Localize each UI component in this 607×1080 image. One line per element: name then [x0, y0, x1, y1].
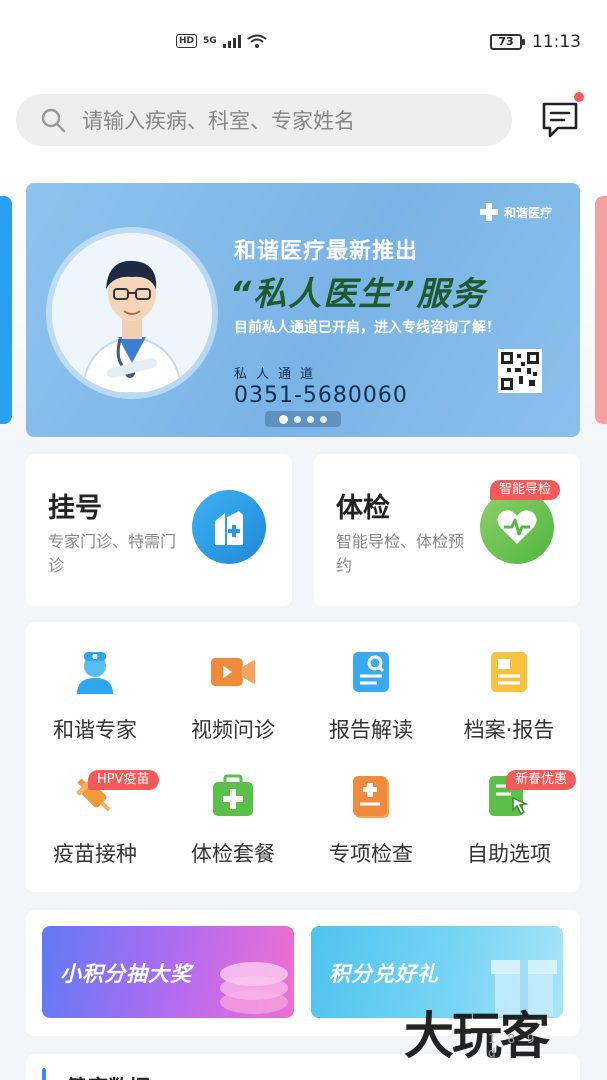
- qr-code-icon: [498, 349, 542, 393]
- grid-label: 视频问诊: [191, 718, 275, 742]
- checkup-badge: 智能导检: [490, 480, 561, 500]
- watermark-logo: 大玩客 1 8 9 d: [404, 996, 550, 1068]
- wifi-icon: [247, 34, 267, 48]
- report-search-icon: [349, 650, 393, 694]
- grid-item-video[interactable]: 视频问诊: [164, 622, 302, 742]
- network-indicators: HD 5G: [176, 34, 267, 48]
- registration-title: 挂号: [48, 493, 102, 524]
- grid-item-archive[interactable]: 档案·报告: [440, 622, 578, 742]
- banner-next-peek[interactable]: [595, 196, 607, 424]
- pager-dot[interactable]: [307, 415, 314, 423]
- doctor-icon: [73, 650, 117, 694]
- status-bar: HD 5G 73 11:13: [0, 0, 607, 80]
- hospital-cross-icon: [479, 203, 498, 221]
- banner-channel-label: 私人通道: [234, 367, 323, 382]
- top-bar: 请输入疾病、科室、专家姓名: [0, 80, 607, 166]
- health-data-title: 健康数据: [66, 1072, 150, 1080]
- grid-label: 档案·报告: [463, 718, 555, 742]
- search-input[interactable]: 请输入疾病、科室、专家姓名: [16, 94, 512, 146]
- checkup-card[interactable]: 体检 智能导检、体检预约 智能导检: [314, 454, 580, 606]
- points-exchange-label: 积分兑好礼: [329, 962, 439, 986]
- banner-brand: 和谐医疗: [479, 203, 552, 221]
- grid-label: 专项检查: [329, 842, 413, 866]
- search-icon: [41, 108, 66, 133]
- battery-icon: 73: [490, 34, 525, 50]
- banner-headline: 和谐医疗最新推出: [234, 239, 419, 264]
- grid-label: 和谐专家: [53, 718, 137, 742]
- archive-icon: [487, 650, 531, 694]
- 5g-label: 5G: [203, 36, 217, 46]
- clock: 11:13: [532, 32, 581, 52]
- grid-item-package[interactable]: 体检套餐: [164, 746, 302, 866]
- self-service-badge: 新春优惠: [506, 770, 577, 790]
- watermark-subtext: 1 8 9 d: [488, 1032, 539, 1060]
- grid-item-report[interactable]: 报告解读: [302, 622, 440, 742]
- section-accent-bar: [42, 1068, 46, 1080]
- banner-service: “私人医生”服务: [230, 274, 487, 313]
- grid-item-self-service[interactable]: 自助选项 新春优惠: [440, 746, 578, 866]
- registration-subtitle: 专家门诊、特需门诊: [48, 532, 177, 575]
- grid-label: 报告解读: [329, 718, 413, 742]
- points-lottery-label: 小积分抽大奖: [60, 962, 192, 986]
- grid-label: 体检套餐: [191, 842, 275, 866]
- grid-item-special[interactable]: 专项检查: [302, 746, 440, 866]
- heart-icon: [480, 490, 554, 564]
- doctor-illustration: [52, 233, 212, 393]
- banner-description: 目前私人通道已开启，进入专线咨询了解！: [234, 320, 500, 336]
- search-placeholder: 请输入疾病、科室、专家姓名: [82, 109, 355, 133]
- medkit-icon: [211, 774, 255, 818]
- pager-dot[interactable]: [320, 415, 327, 423]
- banner-slide[interactable]: 和谐医疗 和谐医疗最新推出 “私人医生”服务 目前私人通道已开启，进入专线咨询了…: [26, 183, 580, 437]
- banner-brand-label: 和谐医疗: [503, 205, 552, 220]
- grid-item-experts[interactable]: 和谐专家: [26, 622, 164, 742]
- banner-prev-peek[interactable]: [0, 196, 12, 424]
- feature-grid: 和谐专家 视频问诊 报告解读 档案·报告 疫苗接种 HPV疫苗 体检套餐 专项检…: [26, 622, 580, 892]
- grid-item-vaccine[interactable]: 疫苗接种 HPV疫苗: [26, 746, 164, 866]
- points-lottery-card[interactable]: 小积分抽大奖: [42, 926, 294, 1018]
- message-icon: [542, 102, 578, 138]
- hospital-icon: [192, 490, 266, 564]
- registration-card[interactable]: 挂号 专家门诊、特需门诊: [26, 454, 292, 606]
- banner-carousel: 和谐医疗 和谐医疗最新推出 “私人医生”服务 目前私人通道已开启，进入专线咨询了…: [0, 166, 607, 450]
- video-icon: [211, 650, 255, 694]
- pager-dot[interactable]: [294, 415, 301, 423]
- pager-dot-active[interactable]: [279, 414, 288, 424]
- clipboard-icon: [349, 774, 393, 818]
- unread-dot: [574, 92, 584, 102]
- checkup-subtitle: 智能导检、体检预约: [336, 532, 465, 575]
- grid-label: 疫苗接种: [53, 842, 137, 866]
- vaccine-badge: HPV疫苗: [88, 770, 159, 790]
- coins-icon: [220, 962, 288, 1014]
- banner-phone: 0351-5680060: [234, 383, 408, 408]
- message-button[interactable]: [540, 92, 584, 140]
- grid-label: 自助选项: [467, 842, 551, 866]
- banner-pager: [265, 411, 341, 427]
- checkup-title: 体检: [336, 493, 390, 524]
- signal-icon: [222, 34, 241, 48]
- hd-badge: HD: [176, 34, 198, 48]
